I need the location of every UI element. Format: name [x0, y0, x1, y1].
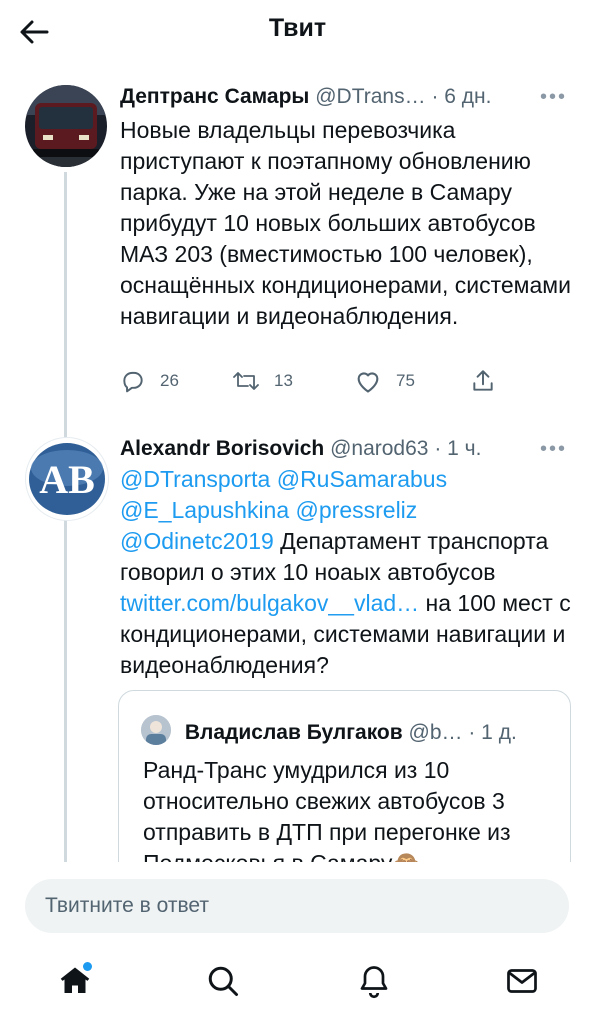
tweet-header: Дептранс Самары @DTrans… · 6 дн. — [120, 85, 491, 109]
top-bar: Твит — [0, 0, 595, 62]
author-name-2[interactable]: Alexandr Borisovich — [120, 437, 324, 460]
tab-bar — [0, 956, 595, 1016]
tweet-text-2: @DTransporta @RuSamarabus @E_Lapushkina … — [120, 464, 575, 681]
quoted-text: Ранд-Транс умудрился из 10 относительно … — [143, 757, 511, 876]
tweet-time-2[interactable]: · 1 ч. — [434, 437, 481, 460]
tweet-actions: 26 13 75 — [120, 368, 520, 398]
tab-search[interactable] — [193, 956, 253, 1006]
like-button[interactable]: 75 — [354, 368, 415, 394]
quoted-avatar[interactable] — [141, 715, 171, 745]
notifications-icon — [360, 966, 388, 999]
more-options-button-2[interactable]: ••• — [540, 438, 567, 461]
avatar-deptrans[interactable] — [25, 85, 107, 167]
person-icon — [141, 715, 171, 745]
avatar-letters: AB — [39, 457, 95, 502]
messages-icon — [507, 969, 537, 993]
retweet-icon — [233, 372, 259, 390]
reply-count: 26 — [160, 371, 179, 390]
mention-dtransporta[interactable]: @DTransporta — [120, 466, 270, 492]
share-icon — [473, 370, 493, 391]
ab-logo: AB — [29, 443, 105, 515]
mention-pressreliz[interactable]: @pressreliz — [296, 497, 418, 523]
retweet-button[interactable]: 13 — [232, 368, 293, 394]
quoted-author-handle[interactable]: @b… — [409, 721, 463, 744]
avatar-alexandr[interactable]: AB — [25, 437, 109, 521]
reply-button[interactable]: 26 — [120, 368, 179, 394]
bottom-bar: Твитните в ответ — [0, 862, 595, 1023]
tab-messages[interactable] — [492, 956, 552, 1006]
mention-odinetc2019[interactable]: @Odinetc2019 — [120, 528, 274, 554]
tab-notifications[interactable] — [344, 956, 404, 1006]
author-name[interactable]: Дептранс Самары — [120, 85, 309, 108]
tweet-time[interactable]: · 6 дн. — [431, 85, 491, 108]
tweet-link[interactable]: twitter.com/bulgakov__vlad… — [120, 590, 419, 616]
reply-icon — [123, 371, 143, 393]
tweet-text: Новые владельцы перевозчика приступают к… — [120, 117, 571, 329]
quoted-author-name[interactable]: Владислав Булгаков — [185, 721, 403, 744]
share-button[interactable] — [470, 368, 496, 394]
page-title: Твит — [268, 14, 327, 42]
mention-e-lapushkina[interactable]: @E_Lapushkina — [120, 497, 289, 523]
like-icon — [357, 372, 379, 393]
home-notification-dot — [83, 962, 92, 971]
retweet-count: 13 — [274, 371, 293, 390]
author-handle-2[interactable]: @narod63 — [330, 437, 428, 460]
author-handle[interactable]: @DTrans… — [315, 85, 425, 108]
mention-rusamarabus[interactable]: @RuSamarabus — [277, 466, 447, 492]
search-icon — [208, 966, 238, 996]
bus-photo — [25, 85, 107, 167]
reply-input[interactable]: Твитните в ответ — [25, 879, 569, 933]
like-count: 75 — [396, 371, 415, 390]
quoted-header: Владислав Булгаков @b… · 1 д. — [141, 715, 517, 745]
quoted-time[interactable]: · 1 д. — [468, 721, 516, 744]
more-options-button[interactable]: ••• — [540, 86, 567, 109]
tweet-header-2: Alexandr Borisovich @narod63 · 1 ч. — [120, 437, 481, 461]
tab-home[interactable] — [45, 956, 105, 1006]
